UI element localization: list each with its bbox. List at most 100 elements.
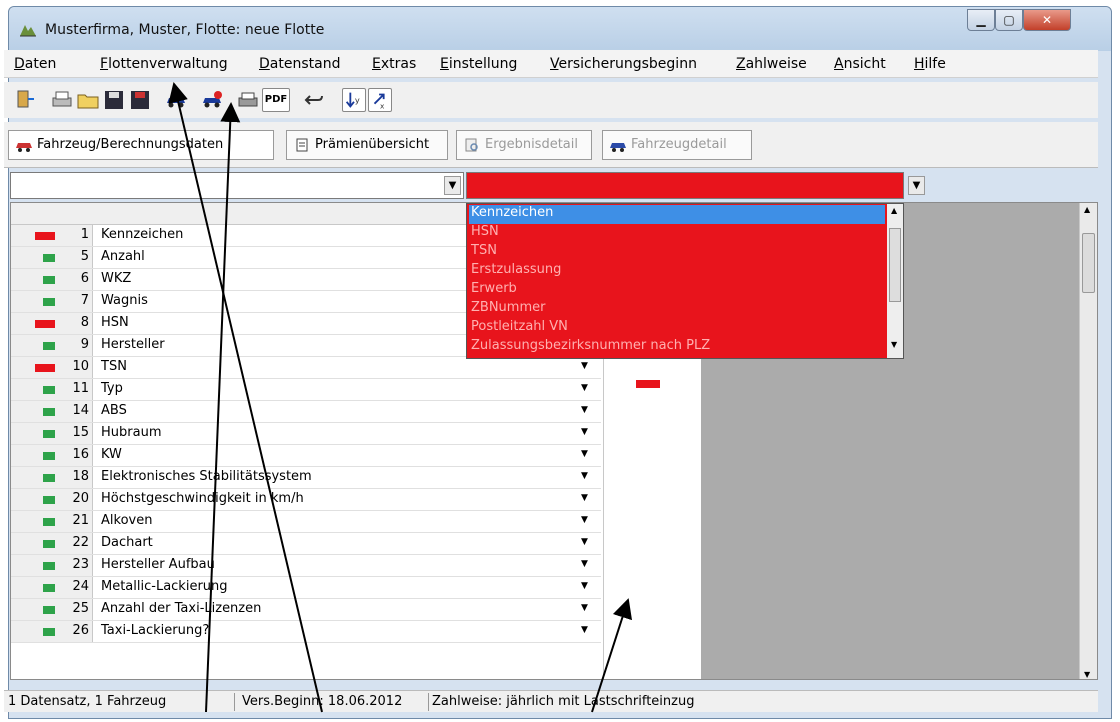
scroll-thumb[interactable] [889, 228, 901, 302]
tab-ergebnisdetail[interactable]: Ergebnisdetail [456, 130, 592, 160]
row-number: 6 [80, 271, 89, 286]
row-header: 21 [11, 511, 93, 532]
table-row[interactable]: 23 Hersteller Aufbau ▼ [11, 555, 601, 577]
dropdown-item[interactable]: ZBNummer [469, 300, 545, 319]
dropdown-item[interactable]: Erstzulassung [469, 262, 561, 281]
field-label: Anzahl der Taxi-Lizenzen [101, 601, 262, 616]
dropdown-scrollbar[interactable]: ▲ ▼ [887, 204, 903, 358]
dropdown-arrow-icon[interactable]: ▼ [581, 405, 588, 415]
vertical-scrollbar[interactable]: ▲ ▼ [1079, 203, 1097, 679]
dropdown-arrow-icon[interactable]: ▼ [581, 471, 588, 481]
save-icon[interactable] [102, 88, 126, 112]
status-indicator [43, 386, 55, 394]
field-label: TSN [101, 359, 127, 374]
minimize-button[interactable]: ▁ [967, 9, 995, 31]
tab-praemienuebersicht[interactable]: Prämienübersicht [286, 130, 448, 160]
scroll-down-icon[interactable]: ▼ [1084, 670, 1090, 679]
menu-einstellung[interactable]: Einstellung [440, 56, 517, 72]
row-number: 9 [80, 337, 89, 352]
menu-hilfe[interactable]: Hilfe [914, 56, 946, 72]
tab-label: Prämienübersicht [315, 137, 430, 152]
menu-flottenverwaltung[interactable]: Flottenverwaltung [100, 56, 228, 72]
dropdown-item[interactable]: Erwerb [469, 281, 517, 300]
menu-zahlweise[interactable]: Zahlweise [736, 56, 807, 72]
table-row[interactable]: 11 Typ ▼ [11, 379, 601, 401]
tab-label: Fahrzeugdetail [631, 137, 727, 152]
dropdown-arrow-icon[interactable]: ▼ [444, 176, 461, 195]
dropdown-arrow-icon[interactable]: ▼ [581, 383, 588, 393]
menu-daten[interactable]: Daten [14, 56, 56, 72]
table-row[interactable]: 18 Elektronisches Stabilitätssystem ▼ [11, 467, 601, 489]
status-indicator [43, 408, 55, 416]
field-combo-left[interactable]: ▼ [10, 172, 464, 199]
menu-ansicht[interactable]: Ansicht [834, 56, 886, 72]
dropdown-arrow-icon[interactable]: ▼ [581, 537, 588, 547]
row-number: 23 [72, 557, 89, 572]
status-indicator [35, 320, 55, 328]
dropdown-arrow-icon[interactable]: ▼ [581, 493, 588, 503]
dropdown-arrow-icon[interactable]: ▼ [581, 515, 588, 525]
table-row[interactable]: 20 Höchstgeschwindigkeit in km/h ▼ [11, 489, 601, 511]
row-header: 14 [11, 401, 93, 422]
pdf-icon[interactable]: PDF [262, 88, 290, 112]
undo-icon[interactable] [302, 88, 326, 112]
status-marker [636, 380, 660, 388]
dropdown-item[interactable]: TSN [469, 243, 497, 262]
tab-fahrzeugdetail[interactable]: Fahrzeugdetail [602, 130, 752, 160]
dropdown-arrow-icon[interactable]: ▼ [581, 427, 588, 437]
print-icon[interactable] [50, 88, 74, 112]
field-label: Wagnis [101, 293, 148, 308]
tab-fahrzeug-berechnungsdaten[interactable]: Fahrzeug/Berechnungsdaten [8, 130, 274, 160]
status-indicator [43, 298, 55, 306]
table-row[interactable]: 26 Taxi-Lackierung? ▼ [11, 621, 601, 643]
field-label: Taxi-Lackierung? [101, 623, 210, 638]
dropdown-arrow-icon[interactable]: ▼ [581, 361, 588, 371]
scroll-up-icon[interactable]: ▲ [891, 206, 897, 215]
dropdown-arrow-icon[interactable]: ▼ [581, 581, 588, 591]
status-indicator [43, 518, 55, 526]
car-red-icon[interactable] [200, 88, 224, 112]
dropdown-arrow-icon[interactable]: ▼ [581, 603, 588, 613]
row-header: 16 [11, 445, 93, 466]
status-indicator [43, 342, 55, 350]
menu-versicherungsbeginn[interactable]: Versicherungsbeginn [550, 56, 697, 72]
save-as-icon[interactable] [128, 88, 152, 112]
table-row[interactable]: 24 Metallic-Lackierung ▼ [11, 577, 601, 599]
table-row[interactable]: 16 KW ▼ [11, 445, 601, 467]
dropdown-item[interactable]: Kennzeichen [469, 205, 885, 224]
menu-datenstand[interactable]: Datenstand [259, 56, 340, 72]
close-button[interactable]: ✕ [1023, 9, 1071, 31]
table-row[interactable]: 14 ABS ▼ [11, 401, 601, 423]
table-row[interactable]: 21 Alkoven ▼ [11, 511, 601, 533]
car-icon[interactable] [164, 88, 188, 112]
field-combo-right[interactable]: ▼ [466, 172, 925, 199]
menu-extras[interactable]: Extras [372, 56, 416, 72]
row-number: 16 [72, 447, 89, 462]
status-bar: 1 Datensatz, 1 Fahrzeug Vers.Beginn: 18.… [4, 690, 1098, 712]
row-header: 5 [11, 247, 93, 268]
table-row[interactable]: 15 Hubraum ▼ [11, 423, 601, 445]
dropdown-item[interactable]: HSN [469, 224, 499, 243]
scroll-down-icon[interactable]: ▼ [891, 340, 897, 349]
field-label: Dachart [101, 535, 153, 550]
dropdown-arrow-icon[interactable]: ▼ [581, 559, 588, 569]
table-row[interactable]: 22 Dachart ▼ [11, 533, 601, 555]
dropdown-arrow-icon[interactable]: ▼ [581, 449, 588, 459]
function-icon[interactable]: x [368, 88, 392, 112]
status-indicator [43, 430, 55, 438]
dropdown-arrow-icon[interactable]: ▼ [908, 176, 925, 195]
dropdown-item[interactable]: Postleitzahl VN [469, 319, 568, 338]
printer-icon[interactable] [236, 88, 260, 112]
scroll-up-icon[interactable]: ▲ [1084, 205, 1090, 214]
field-dropdown-list[interactable]: Kennzeichen HSN TSN Erstzulassung Erwerb ZBNu… [466, 203, 904, 359]
table-row[interactable]: 10 TSN ▼ [11, 357, 601, 379]
scroll-thumb[interactable] [1082, 233, 1095, 293]
sort-icon[interactable]: y [342, 88, 366, 112]
maximize-button[interactable]: ▢ [995, 9, 1023, 31]
open-folder-icon[interactable] [76, 88, 100, 112]
dropdown-item[interactable]: Zulassungsbezirksnummer nach PLZ [469, 338, 710, 357]
row-header: 24 [11, 577, 93, 598]
exit-icon[interactable] [12, 88, 36, 112]
dropdown-arrow-icon[interactable]: ▼ [581, 625, 588, 635]
table-row[interactable]: 25 Anzahl der Taxi-Lizenzen ▼ [11, 599, 601, 621]
